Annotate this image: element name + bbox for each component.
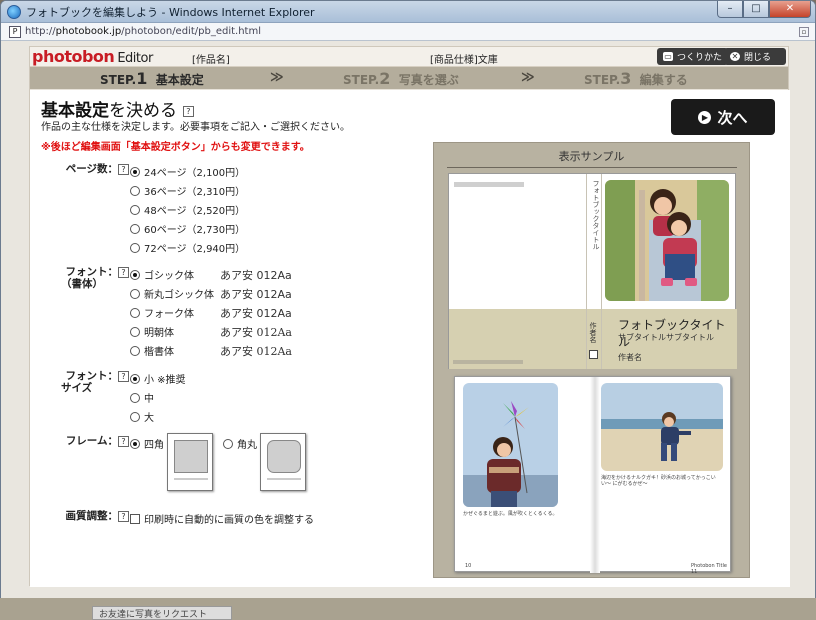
- help-icon[interactable]: ?: [118, 435, 129, 447]
- caption-right: 海辺をかけるナルクガキ！砂浜のお城ってかっこいい〜 にがむるかぜ〜: [601, 475, 716, 487]
- help-icon[interactable]: ?: [118, 163, 129, 175]
- cover-book-subtitle: サブタイトルサブタイトル: [618, 333, 714, 342]
- ie-icon: [7, 4, 21, 19]
- quality-label: 画質調整：?: [61, 510, 129, 522]
- background-page: お友達に写真をリクエスト: [0, 598, 816, 620]
- step-arrow-icon: ≫: [521, 70, 535, 85]
- font-label: フォント：? （書体）: [61, 266, 129, 290]
- spread-right-photo: [601, 383, 723, 471]
- settings-panel: 基本設定を決める ? 作品の主な仕様を決定します。必要事項をご記入・ご選択くださ…: [30, 90, 790, 587]
- radio[interactable]: [130, 288, 140, 299]
- play-icon: ▶: [698, 110, 712, 124]
- cover-photo: [605, 180, 729, 301]
- caption-left: かぜぐるまと遊ぶ。風が吹くとくるくる。: [463, 511, 558, 517]
- fontsize-option[interactable]: 大: [130, 409, 154, 424]
- app-header: photobon Editor [作品名] [商品仕様]文庫 ▭ つくりかた ✕ 閉じ…: [30, 47, 788, 67]
- window-titlebar: フォトブックを編集しよう - Windows Internet Explorer…: [1, 1, 815, 23]
- fontsize-label: フォント：? サイズ: [61, 370, 129, 394]
- spine-author: 作者名: [589, 322, 597, 343]
- pages-option[interactable]: 24ページ（2,100円）: [130, 164, 245, 179]
- background-tab[interactable]: お友達に写真をリクエスト: [92, 606, 232, 620]
- spread-left-photo: [463, 383, 558, 507]
- help-icon[interactable]: ?: [182, 105, 194, 117]
- book-icon: ▭: [663, 52, 673, 61]
- radio[interactable]: [130, 326, 140, 337]
- pages-option[interactable]: 36ページ（2,310円）: [130, 183, 245, 198]
- radio-selected[interactable]: [130, 438, 140, 449]
- help-icon[interactable]: ?: [118, 266, 129, 278]
- photobon-logo: photobon Editor: [32, 47, 153, 66]
- frame-option-square[interactable]: 四角: [130, 436, 164, 451]
- square-frame-thumbnail[interactable]: [167, 433, 213, 491]
- radio-selected[interactable]: [130, 373, 140, 384]
- cover-preview: フォトブックタイトル 作者名 フォトブックタイトル サブタイトルサブタイトル 作…: [448, 173, 737, 369]
- product-spec: [商品仕様]文庫: [430, 55, 498, 66]
- page-note: ※後ほど編集画面「基本設定ボタン」からも変更できます。: [41, 142, 310, 153]
- preview-panel: 表示サンプル フォトブックタイトル 作者名 フォトブックタイトル サブタイトルサ…: [433, 142, 750, 578]
- font-option[interactable]: フォーク体 あア安 012Aa: [130, 305, 292, 320]
- photobon-editor: photobon Editor [作品名] [商品仕様]文庫 ▭ つくりかた ✕ 閉じ…: [29, 46, 790, 587]
- next-button[interactable]: ▶ 次へ: [671, 99, 775, 135]
- step-2: STEP.2 写真を選ぶ: [343, 69, 459, 88]
- page-number-left: 10: [465, 563, 472, 569]
- radio[interactable]: [130, 242, 140, 253]
- help-icon[interactable]: ?: [118, 370, 129, 382]
- window-title: フォトブックを編集しよう - Windows Internet Explorer: [26, 5, 315, 19]
- minimize-button[interactable]: –: [717, 1, 743, 18]
- fontsize-option[interactable]: 中: [130, 390, 154, 405]
- pages-option[interactable]: 48ページ（2,520円）: [130, 202, 245, 217]
- quality-option[interactable]: 印刷時に自動的に画質の色を調整する: [130, 511, 314, 526]
- pages-option[interactable]: 60ページ（2,730円）: [130, 221, 245, 236]
- radio[interactable]: [130, 185, 140, 196]
- inner-spread-preview: かぜぐるまと遊ぶ。風が吹くとくるくる。 海辺をかけるナルクガキ！砂浜のお城ってか…: [454, 376, 731, 575]
- font-option[interactable]: 楷書体 あア安 012Aa: [130, 343, 292, 358]
- compat-view-icon[interactable]: ▫: [799, 27, 809, 37]
- preview-title: 表示サンプル: [434, 148, 749, 168]
- font-sample: あア安 012Aa: [220, 325, 292, 339]
- font-option[interactable]: 明朝体 あア安 012Aa: [130, 324, 292, 339]
- cover-book-author: 作者名: [618, 353, 642, 362]
- radio[interactable]: [130, 345, 140, 356]
- radio[interactable]: [223, 438, 233, 449]
- pages-option[interactable]: 72ページ（2,940円）: [130, 240, 245, 255]
- help-icon[interactable]: ?: [118, 510, 129, 522]
- radio[interactable]: [130, 204, 140, 215]
- radio[interactable]: [130, 223, 140, 234]
- radio[interactable]: [130, 392, 140, 403]
- address-bar[interactable]: P http://photobook.jp/photobon/edit/pb_e…: [1, 23, 815, 41]
- font-sample: あア安 012Aa: [220, 344, 292, 358]
- frame-label: フレーム：?: [61, 435, 129, 447]
- font-sample: あア安 012Aa: [220, 287, 292, 301]
- radio[interactable]: [130, 307, 140, 318]
- close-editor-button[interactable]: ✕ 閉じる: [724, 48, 786, 65]
- radio-selected[interactable]: [130, 166, 140, 177]
- howto-button[interactable]: ▭ つくりかた: [657, 48, 729, 65]
- page-description: 作品の主な仕様を決定します。必要事項をご記入・ご選択ください。: [41, 122, 350, 133]
- close-window-button[interactable]: ✕: [769, 1, 811, 18]
- step-1: STEP.1 基本設定: [100, 69, 204, 88]
- address-url[interactable]: http://photobook.jp/photobon/edit/pb_edi…: [25, 26, 261, 37]
- step-arrow-icon: ≫: [270, 70, 284, 85]
- font-option[interactable]: 新丸ゴシック体 あア安 012Aa: [130, 286, 292, 301]
- pages-label: ページ数：?: [61, 163, 129, 175]
- rounded-frame-thumbnail[interactable]: [260, 433, 306, 491]
- radio-selected[interactable]: [130, 269, 140, 280]
- radio[interactable]: [130, 411, 140, 422]
- step-3: STEP.3 編集する: [584, 69, 688, 88]
- font-sample: あア安 012Aa: [220, 306, 292, 320]
- fontsize-option[interactable]: 小 ※推奨: [130, 371, 186, 386]
- close-icon: ✕: [730, 52, 740, 61]
- step-bar: STEP.1 基本設定 ≫ STEP.2 写真を選ぶ ≫ STEP.3 編集する: [30, 67, 788, 89]
- work-name: [作品名]: [192, 55, 230, 66]
- font-option[interactable]: ゴシック体 あア安 012Aa: [130, 267, 292, 282]
- browser-window: フォトブックを編集しよう - Windows Internet Explorer…: [0, 0, 816, 612]
- frame-option-rounded[interactable]: 角丸: [223, 436, 257, 451]
- page-number-right: Photobon Title 11: [691, 563, 727, 575]
- auto-color-checkbox[interactable]: [130, 513, 140, 524]
- spine-logo-icon: [589, 350, 598, 359]
- maximize-button[interactable]: □: [743, 1, 769, 18]
- font-sample: あア安 012Aa: [220, 268, 292, 282]
- page-icon: P: [9, 25, 21, 38]
